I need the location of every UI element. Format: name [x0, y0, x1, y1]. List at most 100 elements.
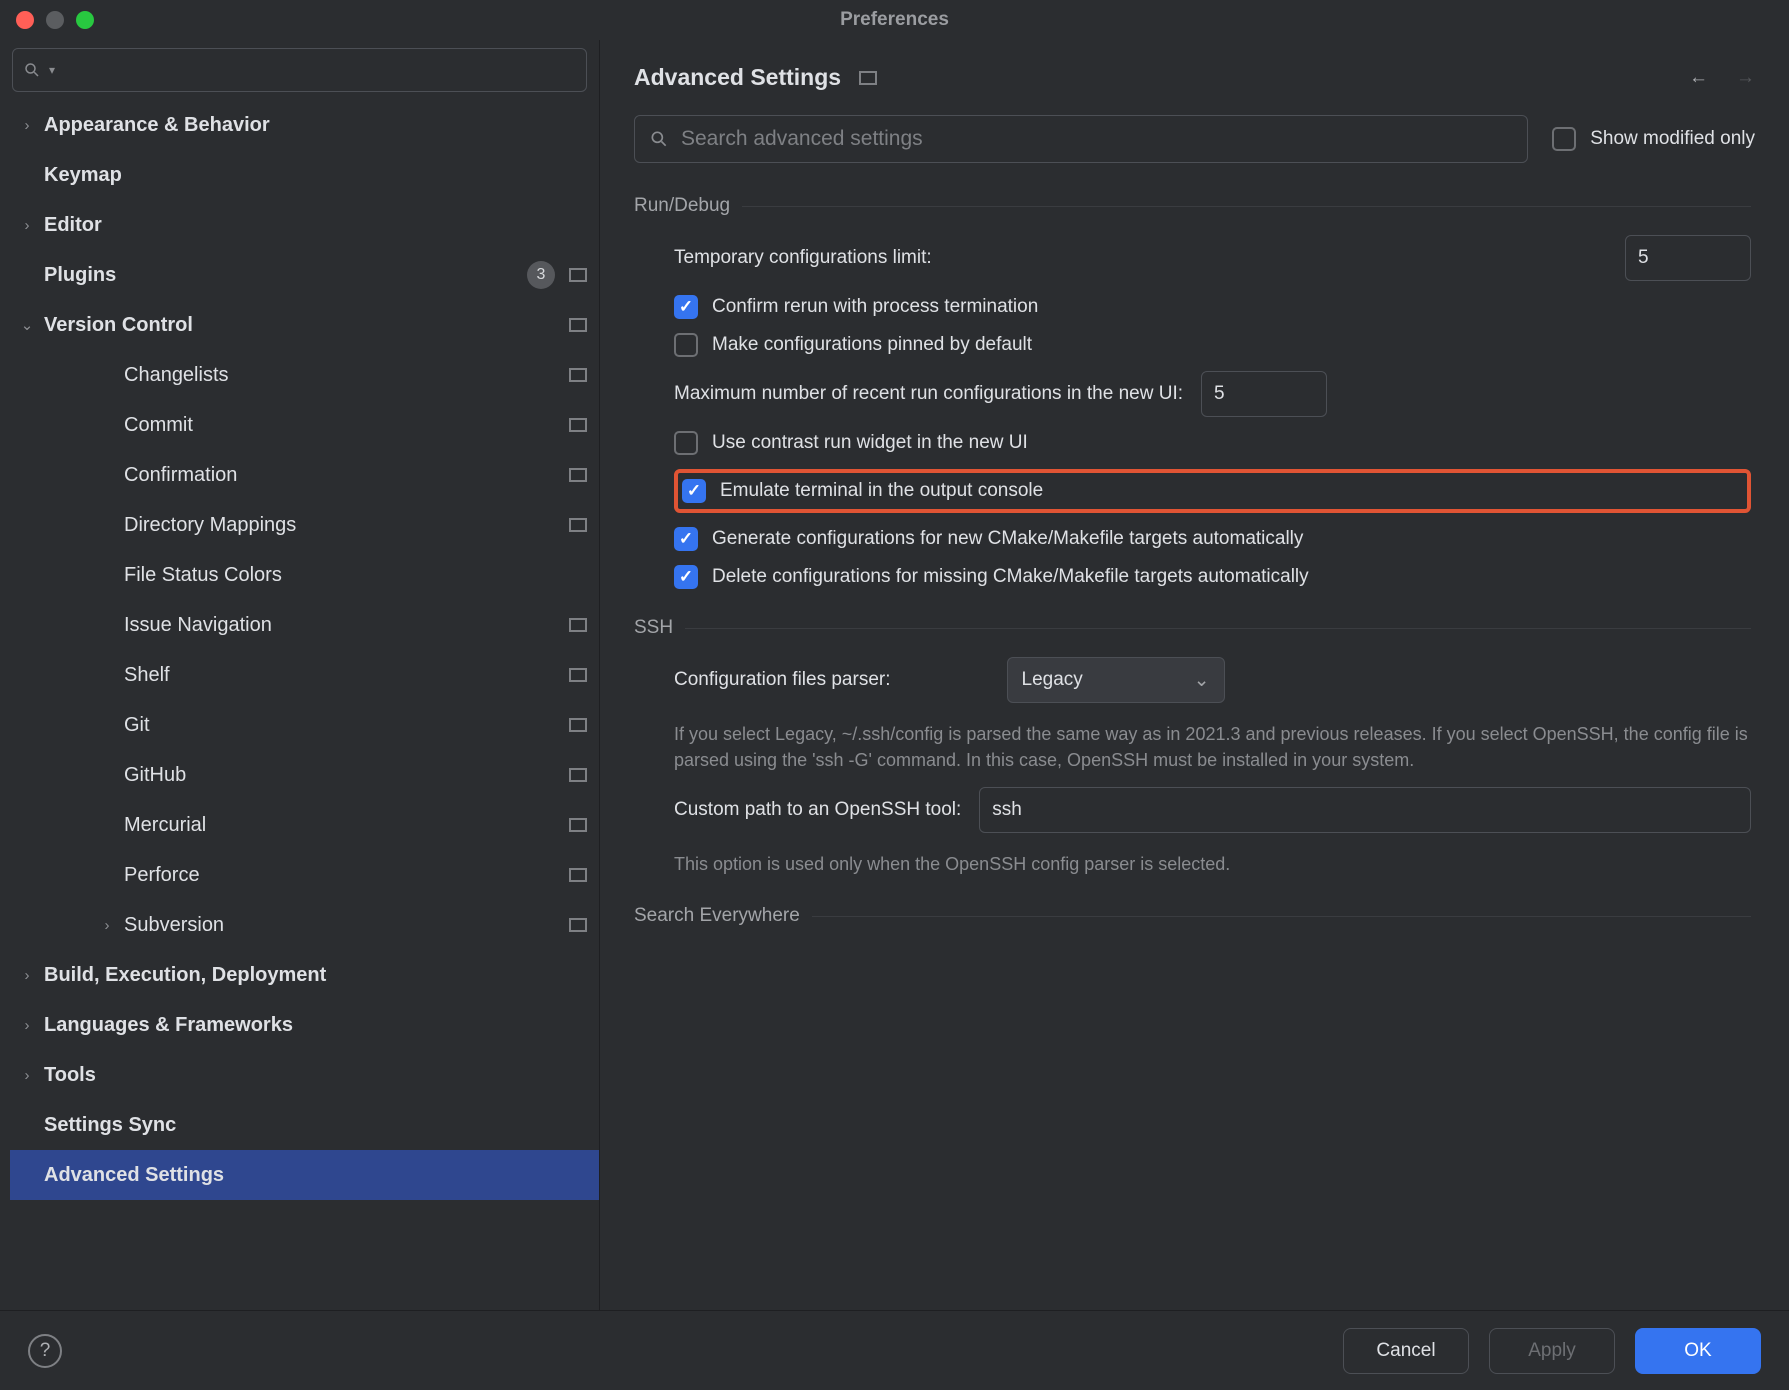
scope-icon	[569, 618, 587, 632]
highlighted-setting: Emulate terminal in the output console	[674, 469, 1751, 513]
scope-icon	[569, 318, 587, 332]
parser-value: Legacy	[1022, 669, 1083, 691]
forward-icon: →	[1736, 67, 1755, 89]
contrast-widget-label: Use contrast run widget in the new UI	[712, 432, 1028, 454]
sidebar-item-file-status-colors[interactable]: File Status Colors	[10, 550, 599, 600]
sidebar-item-label: Confirmation	[124, 464, 563, 487]
sidebar-item-plugins[interactable]: Plugins 3	[10, 250, 599, 300]
parser-label: Configuration files parser:	[674, 669, 891, 691]
del-configs-label: Delete configurations for missing CMake/…	[712, 566, 1309, 588]
contrast-widget-checkbox[interactable]	[674, 431, 698, 455]
sidebar-item-confirmation[interactable]: Confirmation	[10, 450, 599, 500]
minimize-icon[interactable]	[46, 11, 64, 29]
sidebar-item-label: Mercurial	[124, 814, 563, 837]
scope-icon	[569, 418, 587, 432]
chevron-right-icon: ›	[16, 967, 38, 984]
confirm-rerun-checkbox[interactable]	[674, 295, 698, 319]
temp-conf-limit-input[interactable]	[1625, 235, 1751, 281]
nav-arrows: ← →	[1689, 67, 1755, 89]
apply-button[interactable]: Apply	[1489, 1328, 1615, 1374]
sidebar-item-version-control[interactable]: ⌄Version Control	[10, 300, 599, 350]
section-title: SSH	[634, 617, 673, 639]
sidebar-item-label: GitHub	[124, 764, 563, 787]
maximize-icon[interactable]	[76, 11, 94, 29]
sidebar-item-label: Perforce	[124, 864, 563, 887]
parser-select[interactable]: Legacy ⌄	[1007, 657, 1225, 703]
sidebar-item-advanced-settings[interactable]: Advanced Settings	[10, 1150, 599, 1200]
sidebar-item-label: Build, Execution, Deployment	[44, 964, 587, 987]
scope-icon	[569, 718, 587, 732]
sidebar-item-github[interactable]: GitHub	[10, 750, 599, 800]
scope-icon	[569, 468, 587, 482]
back-icon[interactable]: ←	[1689, 67, 1708, 89]
sidebar-item-perforce[interactable]: Perforce	[10, 850, 599, 900]
content-panel: Advanced Settings ← → Search advanced se…	[600, 40, 1789, 1310]
dropdown-icon: ▾	[49, 63, 55, 77]
search-placeholder: Search advanced settings	[681, 127, 923, 151]
chevron-right-icon: ›	[16, 117, 38, 134]
sidebar-item-commit[interactable]: Commit	[10, 400, 599, 450]
sidebar-search[interactable]: ▾	[12, 48, 587, 92]
sidebar-item-label: Plugins	[44, 264, 521, 287]
temp-conf-limit-label: Temporary configurations limit:	[674, 247, 932, 269]
sidebar-item-label: File Status Colors	[124, 564, 587, 587]
sidebar-item-label: Subversion	[124, 914, 563, 937]
window-controls	[16, 11, 94, 29]
sidebar-item-label: Git	[124, 714, 563, 737]
sidebar-item-settings-sync[interactable]: Settings Sync	[10, 1100, 599, 1150]
ok-button[interactable]: OK	[1635, 1328, 1761, 1374]
sidebar-item-subversion[interactable]: ›Subversion	[10, 900, 599, 950]
sidebar-item-changelists[interactable]: Changelists	[10, 350, 599, 400]
scope-icon	[569, 668, 587, 682]
pinned-default-checkbox[interactable]	[674, 333, 698, 357]
scope-icon	[569, 818, 587, 832]
sidebar-item-label: Advanced Settings	[44, 1164, 587, 1187]
show-modified-only-checkbox[interactable]	[1552, 127, 1576, 151]
advanced-search-input[interactable]: Search advanced settings	[634, 115, 1528, 163]
page-title: Advanced Settings	[634, 64, 841, 91]
sidebar-item-issue-navigation[interactable]: Issue Navigation	[10, 600, 599, 650]
sidebar-item-appearance-behavior[interactable]: › Appearance & Behavior	[10, 100, 599, 150]
sidebar-item-label: Languages & Frameworks	[44, 1014, 587, 1037]
close-icon[interactable]	[16, 11, 34, 29]
sidebar-item-languages-frameworks[interactable]: ›Languages & Frameworks	[10, 1000, 599, 1050]
scope-icon	[569, 368, 587, 382]
gen-configs-checkbox[interactable]	[674, 527, 698, 551]
section-title: Run/Debug	[634, 195, 730, 217]
max-recent-input[interactable]	[1201, 371, 1327, 417]
max-recent-label: Maximum number of recent run configurati…	[674, 383, 1183, 405]
chevron-right-icon: ›	[16, 1067, 38, 1084]
del-configs-checkbox[interactable]	[674, 565, 698, 589]
sidebar-item-shelf[interactable]: Shelf	[10, 650, 599, 700]
sidebar-item-label: Appearance & Behavior	[44, 114, 587, 137]
pinned-default-label: Make configurations pinned by default	[712, 334, 1032, 356]
sidebar-item-mercurial[interactable]: Mercurial	[10, 800, 599, 850]
sidebar-item-editor[interactable]: ›Editor	[10, 200, 599, 250]
help-button[interactable]: ?	[28, 1334, 62, 1368]
scope-icon	[569, 768, 587, 782]
sidebar-item-build-execution-deployment[interactable]: › Build, Execution, Deployment	[10, 950, 599, 1000]
confirm-rerun-label: Confirm rerun with process termination	[712, 296, 1038, 318]
custom-path-hint: This option is used only when the OpenSS…	[674, 851, 1751, 877]
sidebar-item-directory-mappings[interactable]: Directory Mappings	[10, 500, 599, 550]
sidebar-item-label: Changelists	[124, 364, 563, 387]
sidebar-item-label: Settings Sync	[44, 1114, 587, 1137]
sidebar-item-label: Issue Navigation	[124, 614, 563, 637]
section-title: Search Everywhere	[634, 905, 800, 927]
custom-path-input[interactable]	[979, 787, 1751, 833]
titlebar: Preferences	[0, 0, 1789, 40]
cancel-button[interactable]: Cancel	[1343, 1328, 1469, 1374]
sidebar-item-tools[interactable]: ›Tools	[10, 1050, 599, 1100]
emulate-terminal-checkbox[interactable]	[682, 479, 706, 503]
chevron-down-icon: ⌄	[1194, 669, 1210, 692]
window-title: Preferences	[0, 9, 1789, 31]
badge: 3	[527, 261, 555, 289]
sidebar-item-git[interactable]: Git	[10, 700, 599, 750]
sidebar-item-keymap[interactable]: Keymap	[10, 150, 599, 200]
scope-icon	[569, 268, 587, 282]
sidebar-item-label: Shelf	[124, 664, 563, 687]
scope-icon	[569, 918, 587, 932]
parser-hint: If you select Legacy, ~/.ssh/config is p…	[674, 721, 1751, 773]
sidebar-item-label: Commit	[124, 414, 563, 437]
search-icon	[23, 61, 41, 79]
